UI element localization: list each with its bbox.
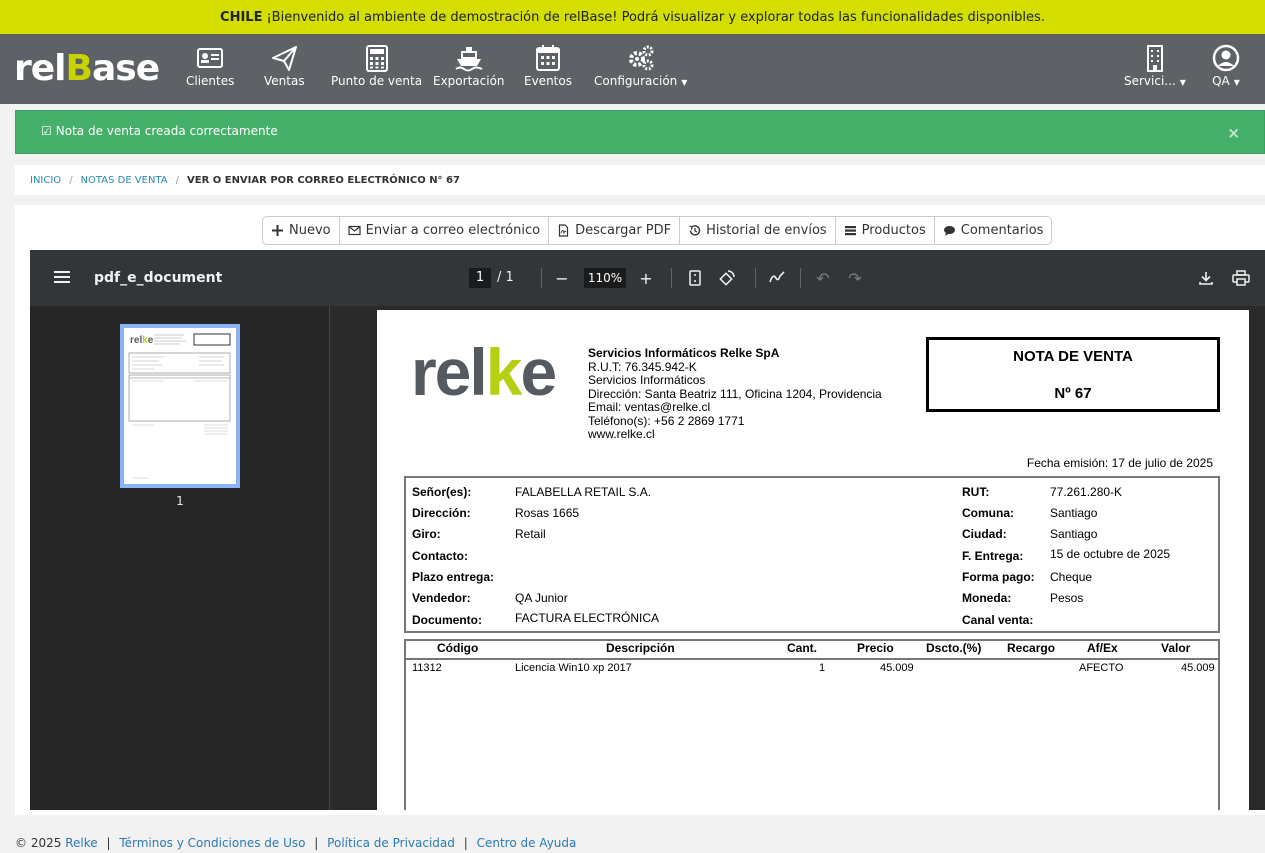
enviar-correo-button[interactable]: Enviar a correo electrónico [340, 217, 550, 244]
footer-privacy-link[interactable]: Política de Privacidad [327, 836, 455, 850]
id-card-icon [197, 48, 224, 68]
demo-banner: CHILE ¡Bienvenido al ambiente de demostr… [0, 0, 1265, 34]
plus-icon [272, 225, 283, 236]
footer-relke-link[interactable]: Relke [65, 836, 97, 850]
gears-icon [628, 45, 654, 71]
pdf-page: relke Servicios Informáticos Relke SpA R… [377, 310, 1249, 810]
zoom-out-icon[interactable]: − [552, 268, 572, 288]
nav-clientes[interactable]: Clientes [186, 44, 234, 94]
rotate-icon[interactable] [717, 268, 737, 288]
comment-icon [943, 226, 955, 236]
comentarios-button[interactable]: Comentarios [935, 217, 1052, 244]
calculator-icon [365, 45, 388, 72]
pdf-viewer: pdf_e_document 1 / 1 − 110% + ↶ ↷ relke … [30, 250, 1265, 810]
nav-user[interactable]: QA ▼ [1211, 44, 1241, 94]
document-panel: Nuevo Enviar a correo electrónico Descar… [15, 205, 1265, 815]
banner-country: CHILE [220, 9, 263, 25]
action-toolbar: Nuevo Enviar a correo electrónico Descar… [262, 216, 1053, 245]
svg-text:relke: relke [130, 335, 154, 346]
chevron-down-icon: ▼ [1179, 78, 1186, 87]
footer-help-link[interactable]: Centro de Ayuda [477, 836, 577, 850]
nuevo-button[interactable]: Nuevo [263, 217, 340, 244]
banner-message: ¡Bienvenido al ambiente de demostración … [266, 9, 1045, 25]
page-number-input[interactable]: 1 [469, 268, 491, 288]
nav-exportacion[interactable]: Exportación [433, 44, 505, 94]
list-icon [844, 226, 856, 236]
check-square-icon: ☑ [41, 124, 52, 138]
calendar-icon [535, 45, 560, 71]
document-type-box: NOTA DE VENTA Nº 67 [926, 337, 1220, 412]
items-table-header: Código Descripción Cant. Precio Dscto.(%… [406, 641, 1218, 660]
user-circle-icon [1212, 44, 1240, 72]
table-row: 11312 Licencia Win10 xp 2017 1 45.009 AF… [412, 662, 1215, 674]
copyright: © 2025 [15, 836, 62, 850]
breadcrumb-home[interactable]: INICIO [30, 175, 61, 186]
doc-number: Nº 67 [1054, 385, 1092, 402]
zoom-in-icon[interactable]: + [636, 268, 656, 288]
relbase-logo[interactable]: relBase [14, 48, 160, 89]
company-info: Servicios Informáticos Relke SpA R.U.T: … [588, 346, 882, 441]
client-info-box: Señor(es): FALABELLA RETAIL S.A. RUT: 77… [404, 476, 1220, 633]
annotate-icon[interactable] [767, 268, 787, 288]
issue-date: Fecha emisión: 17 de julio de 2025 [1026, 456, 1213, 470]
nav-configuracion[interactable]: Configuración ▼ [594, 44, 687, 94]
descargar-pdf-button[interactable]: Descargar PDF [549, 217, 681, 244]
pdf-title: pdf_e_document [94, 270, 223, 286]
historial-envios-button[interactable]: Historial de envíos [680, 217, 836, 244]
thumbnail-page-number: 1 [176, 494, 184, 508]
success-alert: ☑ Nota de venta creada correctamente × [15, 110, 1265, 154]
breadcrumb: INICIO / NOTAS DE VENTA / VER O ENVIAR P… [15, 165, 1265, 195]
relke-logo: relke [411, 335, 557, 409]
redo-icon[interactable]: ↷ [845, 268, 865, 288]
nav-ventas[interactable]: Ventas [264, 44, 305, 94]
download-icon[interactable] [1196, 268, 1216, 288]
page-count: / 1 [497, 270, 514, 285]
nav-servicio[interactable]: Servici... ▼ [1124, 44, 1186, 94]
nav-punto-de-venta[interactable]: Punto de venta [331, 44, 422, 94]
page-thumbnail-image: relke [128, 333, 231, 479]
menu-icon[interactable] [54, 270, 70, 284]
paper-plane-icon [272, 46, 298, 71]
items-table: Código Descripción Cant. Precio Dscto.(%… [404, 639, 1220, 810]
breadcrumb-current: VER O ENVIAR POR CORREO ELECTRÓNICO N° 6… [187, 174, 460, 186]
chevron-down-icon: ▼ [681, 78, 688, 87]
zoom-input[interactable]: 110% [584, 268, 626, 288]
nav-eventos[interactable]: Eventos [524, 44, 572, 94]
alert-message: Nota de venta creada correctamente [55, 124, 278, 138]
undo-icon[interactable]: ↶ [813, 268, 833, 288]
productos-button[interactable]: Productos [836, 217, 935, 244]
doc-type: NOTA DE VENTA [1013, 348, 1133, 365]
envelope-icon [348, 225, 361, 236]
breadcrumb-notas-de-venta[interactable]: NOTAS DE VENTA [81, 175, 168, 186]
print-icon[interactable] [1231, 268, 1251, 288]
fit-page-icon[interactable] [685, 268, 705, 288]
chevron-down-icon: ▼ [1233, 78, 1240, 87]
history-icon [689, 225, 701, 236]
building-icon [1146, 45, 1163, 72]
page-thumbnail[interactable]: relke [120, 324, 240, 488]
thumbnail-sidebar: relke 1 [30, 306, 330, 810]
main-navbar: relBase Clientes Ventas Punto de venta E… [0, 34, 1265, 104]
ship-icon [455, 47, 483, 72]
close-icon[interactable]: × [1227, 124, 1240, 142]
footer-terms-link[interactable]: Términos y Condiciones de Uso [119, 836, 305, 850]
file-pdf-icon [558, 224, 569, 237]
page-footer: © 2025 Relke | Términos y Condiciones de… [15, 836, 577, 850]
pdf-toolbar: pdf_e_document 1 / 1 − 110% + ↶ ↷ [30, 250, 1265, 306]
